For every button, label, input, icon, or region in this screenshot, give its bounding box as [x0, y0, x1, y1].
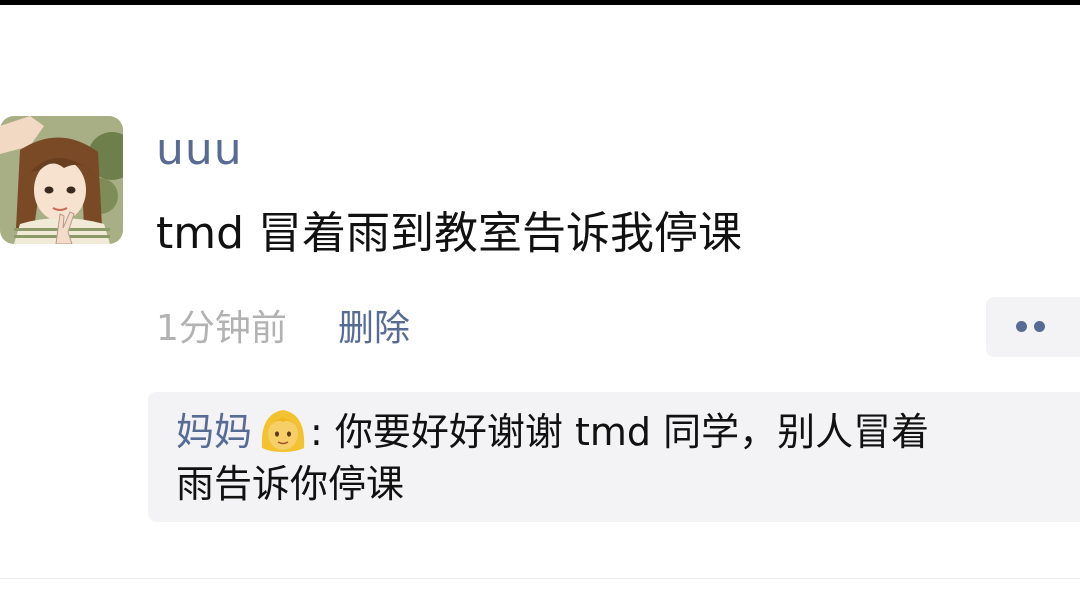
comment-section: 妈妈 : 你要好好谢谢 tmd 同学，别人冒着 雨告诉你停课	[148, 392, 1080, 522]
post-text: tmd 冒着雨到教室告诉我停课	[156, 208, 743, 259]
post-timestamp: 1分钟前	[156, 308, 287, 349]
more-dots-icon	[1034, 321, 1045, 332]
more-options-button[interactable]	[986, 297, 1080, 357]
comment-item[interactable]: 妈妈 : 你要好好谢谢 tmd 同学，别人冒着	[176, 404, 929, 458]
comment-author[interactable]: 妈妈	[176, 410, 252, 454]
delete-button[interactable]: 删除	[338, 306, 410, 352]
woman-blonde-emoji-icon	[256, 404, 310, 454]
comment-separator: :	[310, 410, 335, 454]
more-dots-icon	[1016, 321, 1027, 332]
comment-text-continued: 雨告诉你停课	[176, 462, 405, 506]
avatar[interactable]	[0, 116, 123, 244]
moments-post: uuu tmd 冒着雨到教室告诉我停课 1分钟前 删除 妈妈 : 你要好好谢谢 …	[0, 0, 1080, 607]
comment-text: 你要好好谢谢 tmd 同学，别人冒着	[334, 410, 930, 454]
post-username[interactable]: uuu	[156, 122, 243, 178]
divider	[0, 578, 1080, 579]
anime-girl-avatar-icon	[0, 116, 123, 244]
